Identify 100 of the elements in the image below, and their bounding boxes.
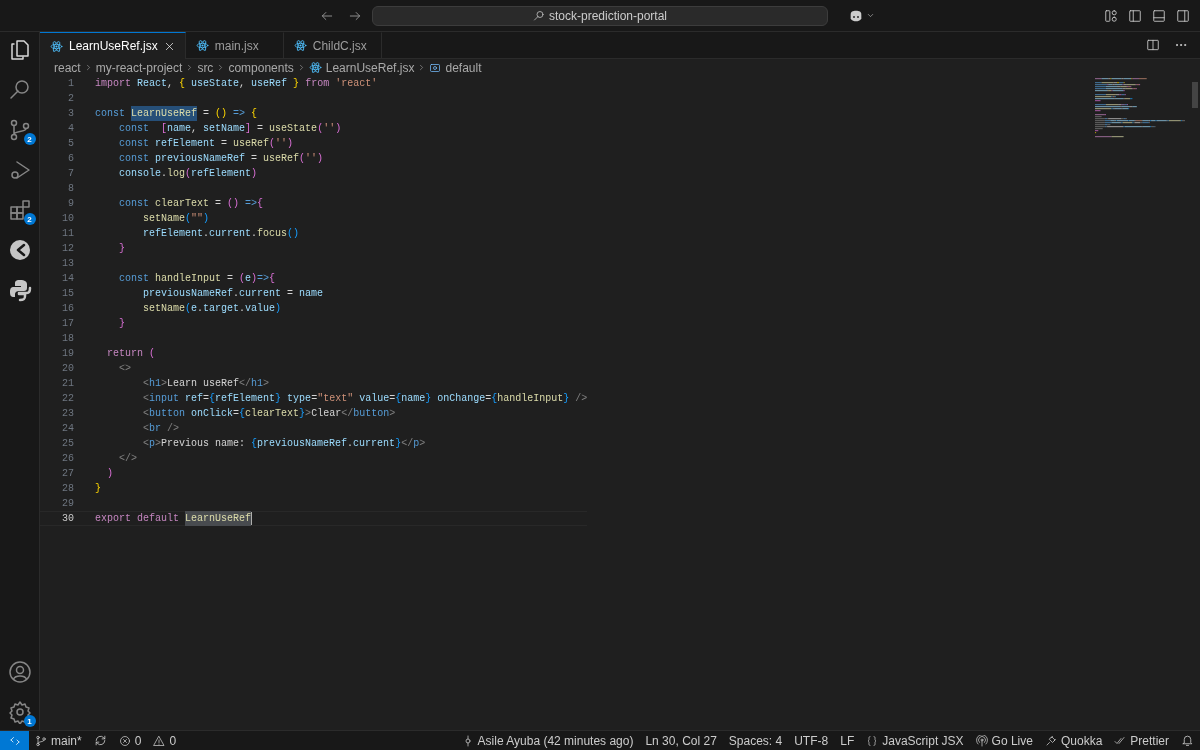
line-number: 11 [61,227,74,241]
breadcrumb-item[interactable]: src [197,60,214,75]
line-number: 25 [61,437,74,451]
breadcrumb-item[interactable]: react [54,60,81,75]
code-line: </> [118,452,137,466]
minimap-drawing[interactable] [1095,78,1185,140]
status-item[interactable]: JavaScript JSX [860,731,970,750]
react-icon [293,39,307,52]
python-icon [7,278,32,302]
text-cursor [251,512,253,525]
code-line: const LearnUseRef = () => { [95,106,258,121]
code-line: const handleInput = (e)=>{ [118,272,276,286]
line-number: 3 [67,107,74,121]
status-item[interactable]: Prettier [1108,731,1175,750]
command-center-search[interactable]: stock-prediction-portal [372,5,828,26]
line-number: 4 [67,122,74,136]
code-line: } [118,317,125,331]
status-item[interactable]: Quokka [1038,731,1109,750]
line-number: 13 [61,257,74,271]
line-number: 12 [61,242,74,256]
status-item[interactable]: 0 [147,731,183,750]
line-number: 20 [61,362,74,376]
breadcrumb-item[interactable]: my-react-project [95,60,183,75]
right-panel-icon [1176,8,1190,23]
code-line: setName(e.target.value) [142,302,282,316]
code-line: export default LearnUseRef [95,511,252,526]
count-badge: 1 [23,715,36,727]
search-icon [7,78,32,102]
code-line: ) [106,467,113,481]
line-number: 6 [67,152,74,166]
line-number: 5 [67,137,74,151]
code-line: <button onClick={clearText}>Clear</button> [142,407,396,421]
double-check-icon [1114,734,1127,747]
code-line: const refElement = useRef('') [118,137,294,151]
search-icon [532,9,545,22]
line-number: 29 [61,497,74,511]
bottom-panel-icon [1152,8,1166,23]
line-number: 27 [61,467,74,481]
status-item[interactable]: Go Live [969,731,1039,750]
breadcrumb-item[interactable]: default [445,60,482,75]
code-line: const clearText = () =>{ [118,197,264,211]
code-line: <input ref={refElement} type="text" value={name} onChange={handleInput} /> [142,392,588,406]
status-item[interactable]: LF [834,731,861,750]
status-item[interactable]: UTF-8 [788,731,835,750]
code-line: const [name, setName] = useState('') [118,122,342,136]
line-number: 22 [61,392,74,406]
line-number: 16 [61,302,74,316]
bell-icon [1181,734,1194,747]
line-number: 7 [67,167,74,181]
line-number: 14 [61,272,74,286]
code-line: previousNameRef.current = name [142,287,324,301]
code-line: refElement.current.focus() [142,227,300,241]
breadcrumb-item[interactable]: components [228,60,294,75]
status-item[interactable]: Ln 30, Col 27 [639,731,723,750]
line-number: 19 [61,347,74,361]
line-number: 24 [61,422,74,436]
scrollbar-thumb[interactable] [1192,82,1198,108]
line-number: 23 [61,407,74,421]
plug-icon [1044,734,1057,747]
extensions-icon [7,198,32,222]
react-icon [308,61,322,74]
account-icon [7,660,32,684]
brackets-icon [429,61,442,74]
customize-layout-icon [1104,8,1118,23]
close-icon [163,40,175,52]
code-line: <p>Previous name: {previousNameRef.current}</p> [142,437,426,451]
line-number: 8 [67,182,74,196]
code-line: <h1>Learn useRef</h1> [142,377,270,391]
line-number: 15 [61,287,74,301]
line-number: 18 [61,332,74,346]
count-badge: 2 [23,133,36,145]
code-line: console.log(refElement) [118,167,258,181]
status-item[interactable]: Spaces: 4 [722,731,789,750]
settings-icon [7,700,32,724]
branch-icon [35,734,47,747]
line-number: 26 [61,452,74,466]
code-line: } [118,242,125,256]
line-number: 1 [67,77,74,91]
breadcrumb-item[interactable]: LearnUseRef.jsx [325,60,415,75]
line-number: 17 [61,317,74,331]
sync-icon [93,734,107,747]
line-number: 10 [61,212,74,226]
line-number: 9 [67,197,74,211]
remote-icon [8,734,21,747]
code-line: return ( [106,347,156,361]
half-circle-icon [7,238,32,262]
code-line: <> [118,362,131,376]
react-icon [195,39,209,52]
editor-tab[interactable]: LearnUseRef.jsx [40,32,186,59]
status-item[interactable]: 0 [112,731,148,750]
status-item[interactable]: main* [29,731,88,750]
left-panel-icon [1128,8,1142,23]
code-line: <br /> [142,422,180,436]
code-line: import React, { useState, useRef } from 'react' [95,77,378,91]
split-editor-icon [1146,38,1160,52]
chevron-down-icon [866,11,875,20]
line-number: 28 [61,482,74,496]
code-line: } [95,482,101,496]
status-item[interactable]: Asile Ayuba (42 minutes ago) [455,731,640,750]
warning-icon [153,734,166,747]
